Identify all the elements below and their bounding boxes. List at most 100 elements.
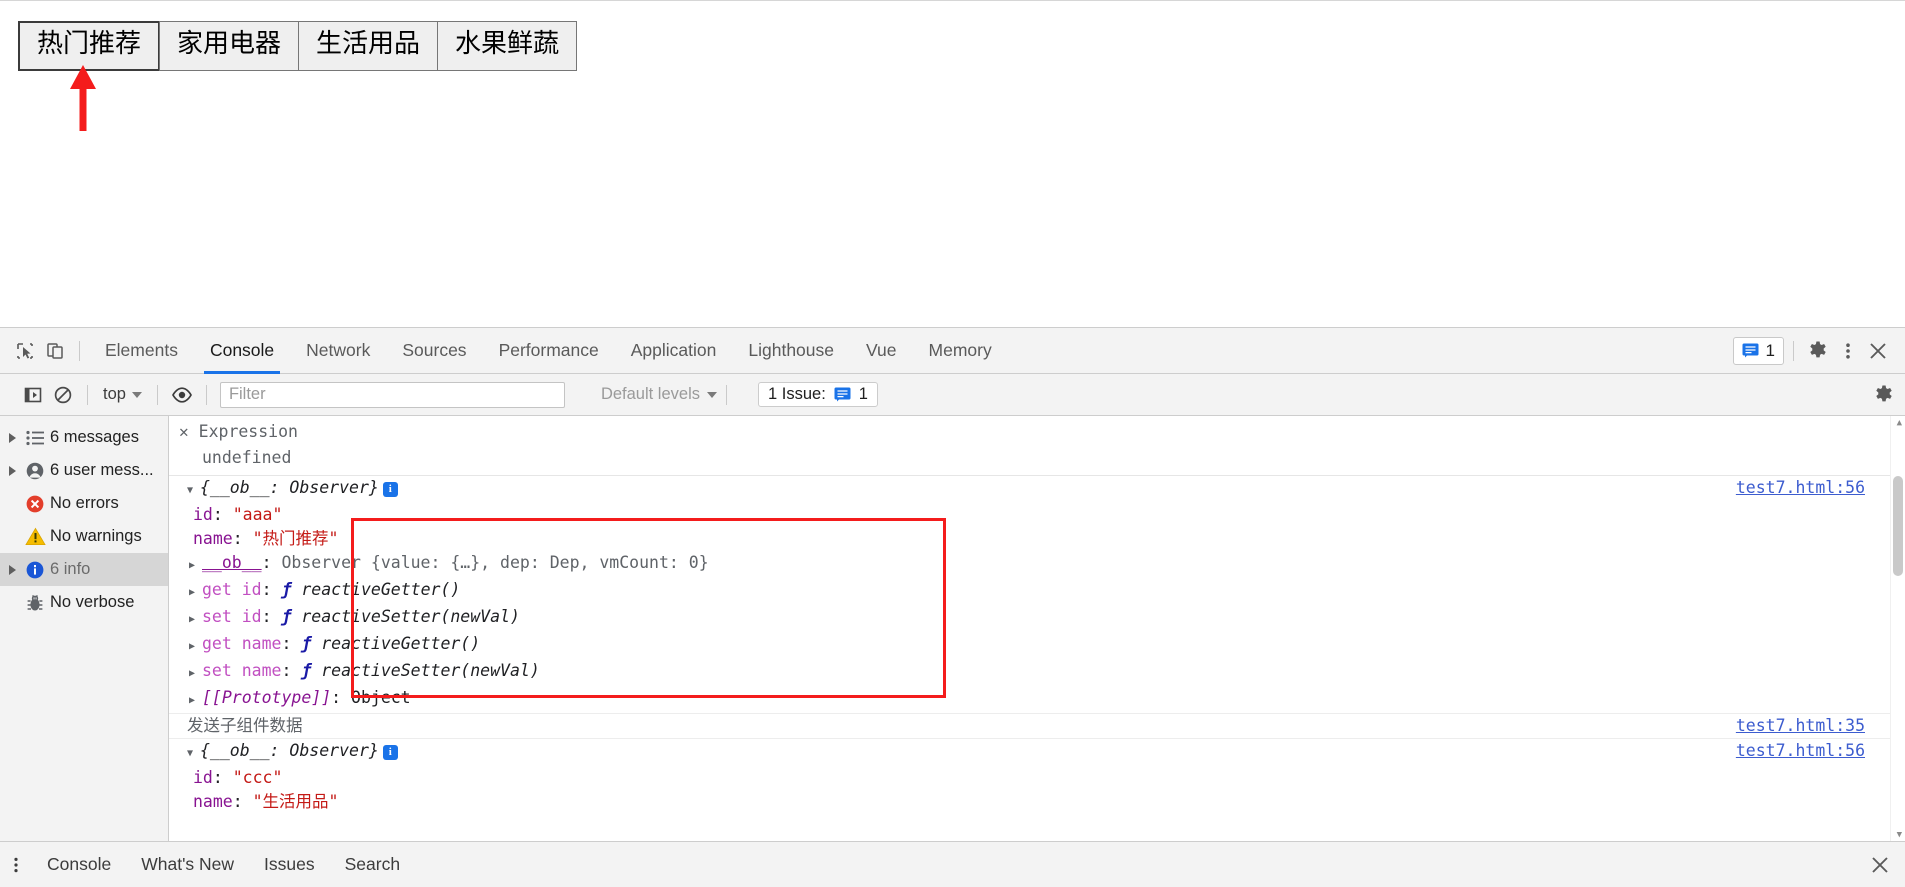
- disclosure-triangle-set-name-icon[interactable]: [189, 660, 202, 685]
- filter-input[interactable]: [219, 381, 565, 408]
- sidebar-item-warnings[interactable]: No warnings: [0, 520, 168, 553]
- prop-sep-ob: :: [261, 553, 282, 572]
- sidebar-item-warnings-label: No warnings: [50, 527, 142, 545]
- object-prop-set-id[interactable]: set id: ƒ reactiveSetter(newVal): [169, 605, 1905, 632]
- red-annotation-arrow-icon: [70, 65, 96, 131]
- devtools-tabbar: Elements Console Network Sources Perform…: [0, 328, 1905, 374]
- tab-console[interactable]: Console: [194, 328, 290, 374]
- object-prop-set-name[interactable]: set name: ƒ reactiveSetter(newVal): [169, 659, 1905, 686]
- disclosure-triangle-open-icon[interactable]: [187, 477, 200, 502]
- sidebar-item-user-messages-label: 6 user mess...: [50, 461, 154, 479]
- more-options-icon[interactable]: [1833, 336, 1863, 366]
- prop-key-ob: __ob__: [202, 553, 262, 572]
- issues-message-icon: [834, 387, 851, 402]
- error-icon: [20, 494, 50, 514]
- source-link-3[interactable]: test7.html:56: [1736, 740, 1865, 762]
- prop-sep-set-name: :: [281, 661, 302, 680]
- disclosure-triangle-open-icon-2[interactable]: [187, 740, 200, 765]
- disclosure-triangle-get-name-icon[interactable]: [189, 633, 202, 658]
- prop2-sep-name: :: [232, 792, 253, 811]
- tab-vue[interactable]: Vue: [850, 328, 913, 374]
- console-scrollbar[interactable]: ▲ ▼: [1890, 416, 1905, 842]
- live-expression-icon[interactable]: [167, 380, 197, 410]
- prop2-value-name: "生活用品": [252, 792, 339, 811]
- expand-triangle-icon[interactable]: [4, 432, 20, 443]
- object-prop-get-id[interactable]: get id: ƒ reactiveGetter(): [169, 578, 1905, 605]
- category-button-daily-goods[interactable]: 生活用品: [298, 21, 439, 71]
- web-page-viewport: 热门推荐 家用电器 生活用品 水果鲜蔬: [0, 0, 1905, 327]
- disclosure-triangle-get-id-icon[interactable]: [189, 579, 202, 604]
- disclosure-triangle-set-id-icon[interactable]: [189, 606, 202, 631]
- disclosure-triangle-ob-icon[interactable]: [189, 552, 202, 577]
- filterbar-divider-1: [87, 384, 88, 405]
- drawer-tab-search[interactable]: Search: [330, 842, 415, 887]
- prop-sep-id: :: [212, 505, 233, 524]
- clear-console-icon[interactable]: [48, 380, 78, 410]
- log-levels-label: Default levels: [600, 385, 700, 403]
- prop-key-prototype: [[Prototype]]: [202, 688, 332, 707]
- prop-key-set-id: set id: [202, 607, 262, 626]
- live-expression-remove-icon[interactable]: ✕: [179, 422, 189, 441]
- prop-value-name: "热门推荐": [252, 529, 339, 548]
- close-icon[interactable]: [1863, 336, 1893, 366]
- toolbar-divider: [79, 340, 80, 361]
- prop2-sep-id: :: [212, 768, 233, 787]
- tab-lighthouse[interactable]: Lighthouse: [732, 328, 850, 374]
- source-link-2[interactable]: test7.html:35: [1736, 715, 1865, 737]
- chevron-down-icon-levels: [707, 391, 717, 398]
- object-prop-prototype[interactable]: [[Prototype]]: Object: [169, 686, 1905, 714]
- device-toolbar-icon[interactable]: [40, 336, 70, 366]
- drawer-tab-console[interactable]: Console: [32, 842, 126, 887]
- expand-triangle-icon-info[interactable]: [4, 564, 20, 575]
- devtools-panel: Elements Console Network Sources Perform…: [0, 327, 1905, 887]
- sidebar-item-errors[interactable]: No errors: [0, 487, 168, 520]
- object2-prop-id: id: "ccc": [169, 766, 1905, 790]
- execution-context-selector[interactable]: top: [97, 383, 148, 406]
- sidebar-item-messages[interactable]: 6 messages: [0, 421, 168, 454]
- prop-value-prototype: Object: [351, 688, 411, 707]
- category-button-fruits-vegetables[interactable]: 水果鲜蔬: [437, 21, 578, 71]
- object-info-icon[interactable]: i: [382, 482, 398, 497]
- list-icon: [20, 430, 50, 446]
- drawer-more-options-icon[interactable]: [0, 856, 32, 874]
- console-settings-icon[interactable]: [1873, 384, 1905, 406]
- console-sidebar-toggle-icon[interactable]: [18, 380, 48, 410]
- object2-prop-name: name: "生活用品": [169, 790, 1905, 814]
- prop2-key-name: name: [193, 792, 233, 811]
- gear-icon[interactable]: [1803, 336, 1833, 366]
- console-entry-observer-2[interactable]: {__ob__: Observer}i test7.html:56: [169, 739, 1905, 766]
- drawer-close-icon[interactable]: [1869, 854, 1905, 876]
- expand-triangle-icon-user[interactable]: [4, 465, 20, 476]
- tab-network[interactable]: Network: [290, 328, 386, 374]
- tab-application[interactable]: Application: [615, 328, 733, 374]
- category-button-appliances[interactable]: 家用电器: [159, 21, 300, 71]
- console-entry-text[interactable]: 发送子组件数据 test7.html:35: [169, 714, 1905, 739]
- console-entry-observer-1[interactable]: {__ob__: Observer}i test7.html:56: [169, 476, 1905, 503]
- inspect-element-icon[interactable]: [10, 336, 40, 366]
- drawer-tab-issues[interactable]: Issues: [249, 842, 330, 887]
- sidebar-item-verbose-label: No verbose: [50, 593, 135, 611]
- live-expression-name[interactable]: Expression: [199, 422, 298, 441]
- tab-elements[interactable]: Elements: [89, 328, 194, 374]
- tab-memory[interactable]: Memory: [913, 328, 1008, 374]
- sidebar-item-user-messages[interactable]: 6 user mess...: [0, 454, 168, 487]
- sidebar-item-info[interactable]: 6 info: [0, 553, 168, 586]
- log-levels-selector[interactable]: Default levels: [601, 385, 717, 404]
- object-info-icon-2[interactable]: i: [382, 745, 398, 760]
- tab-sources[interactable]: Sources: [386, 328, 482, 374]
- function-keyword-icon: ƒ: [281, 580, 292, 599]
- scrollbar-thumb[interactable]: [1893, 476, 1903, 576]
- object-prop-ob[interactable]: __ob__: Observer {value: {…}, dep: Dep, …: [169, 551, 1905, 578]
- prop-value-get-name: reactiveGetter(): [321, 634, 481, 653]
- sidebar-item-verbose[interactable]: No verbose: [0, 586, 168, 619]
- disclosure-triangle-prototype-icon[interactable]: [189, 687, 202, 712]
- scroll-up-icon[interactable]: ▲: [1897, 418, 1902, 428]
- drawer-tab-whats-new[interactable]: What's New: [126, 842, 249, 887]
- issues-badge[interactable]: 1 Issue: 1: [758, 382, 878, 407]
- tab-performance[interactable]: Performance: [483, 328, 615, 374]
- source-link-1[interactable]: test7.html:56: [1736, 477, 1865, 499]
- message-count-badge[interactable]: 1: [1732, 336, 1784, 365]
- object-prop-get-name[interactable]: get name: ƒ reactiveGetter(): [169, 632, 1905, 659]
- prop-key-name: name: [193, 529, 233, 548]
- scroll-down-icon[interactable]: ▼: [1897, 830, 1902, 840]
